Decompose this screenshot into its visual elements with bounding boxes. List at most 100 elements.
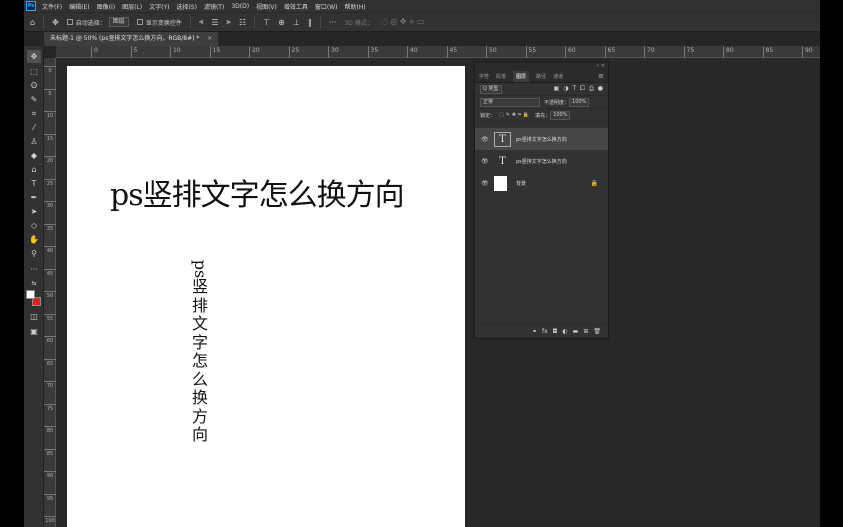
document-tab-bar: 未标题-1 @ 50% (ps竖排文字怎么换方向，RGB/8#) * ×: [44, 32, 820, 46]
lock-icon[interactable]: 🔒: [591, 180, 598, 187]
tab-layers[interactable]: 图层: [513, 70, 530, 82]
menu-layer[interactable]: 图层(L): [122, 2, 142, 11]
show-transform-option[interactable]: 显示变换控件: [136, 18, 182, 27]
filter-type-icon[interactable]: T: [572, 85, 576, 93]
tab-character[interactable]: 字符: [479, 73, 489, 80]
new-group-icon[interactable]: ▬: [573, 328, 579, 335]
move-tool-icon[interactable]: ✥: [27, 50, 41, 63]
filter-smart-icon[interactable]: ⎙: [589, 85, 594, 93]
filter-pixel-icon[interactable]: ▣: [554, 85, 560, 93]
type-tool-icon[interactable]: T: [27, 177, 41, 190]
align-center-icon[interactable]: ☰: [211, 18, 218, 27]
lock-options-icon[interactable]: ⬚✎✥⌗🔒: [499, 112, 531, 118]
zoom-tool-icon[interactable]: ⚲: [27, 247, 41, 260]
eye-icon[interactable]: 👁: [481, 158, 489, 165]
eraser-tool-icon[interactable]: ◆: [27, 149, 41, 162]
horizontal-text-layer[interactable]: ps竖排文字怎么换方向: [110, 170, 405, 214]
divider: [189, 16, 191, 28]
ruler-tick-label: 30: [44, 201, 56, 209]
layer-filter-dropdown[interactable]: Q 类型: [480, 84, 502, 94]
menu-edit[interactable]: 编辑(E): [69, 2, 89, 11]
panel-menu-icon[interactable]: ≡: [598, 72, 604, 80]
layer-name[interactable]: 背景: [516, 180, 526, 187]
tab-channels[interactable]: 通道: [553, 73, 563, 80]
fill-input[interactable]: 100%: [550, 110, 571, 120]
tab-paragraph[interactable]: 段落: [496, 73, 506, 80]
align-top-icon[interactable]: ⊤: [263, 18, 270, 27]
eye-icon[interactable]: 👁: [481, 136, 489, 143]
paint-bucket-tool-icon[interactable]: ⌂: [27, 163, 41, 176]
menu-filter[interactable]: 滤镜(T): [204, 2, 224, 11]
layer-mask-icon[interactable]: ◘: [553, 328, 558, 335]
filter-adjustment-icon[interactable]: ◑: [563, 85, 568, 93]
menu-help[interactable]: 帮助(H): [345, 2, 366, 11]
shape-tool-icon[interactable]: ◇: [27, 219, 41, 232]
vertical-text-layer[interactable]: ps 竖排文字怎么换方向: [189, 260, 211, 445]
crop-tool-icon[interactable]: ⌗: [27, 107, 41, 120]
align-bottom-icon[interactable]: ⊥: [293, 18, 300, 27]
auto-select-checkbox[interactable]: [66, 19, 73, 25]
foreground-color-swatch[interactable]: [26, 290, 35, 299]
close-icon[interactable]: ×: [207, 35, 212, 42]
menu-file[interactable]: 文件(F): [42, 2, 62, 11]
close-panel-icon[interactable]: ×: [601, 63, 605, 69]
align-left-icon[interactable]: ⫷: [199, 17, 204, 27]
show-transform-checkbox[interactable]: [136, 19, 143, 25]
menu-select[interactable]: 选择(S): [176, 2, 197, 11]
menu-type[interactable]: 文字(Y): [149, 2, 169, 11]
more-tools-icon[interactable]: ···: [27, 263, 41, 276]
document-canvas[interactable]: ps竖排文字怎么换方向 ps 竖排文字怎么换方向: [67, 66, 465, 527]
distribute-vertical-icon[interactable]: ‖: [308, 18, 312, 27]
stamp-tool-icon[interactable]: ♙: [27, 135, 41, 148]
move-tool-preset-icon[interactable]: ✥: [52, 18, 59, 27]
layer-row-vertical-text[interactable]: 👁 T ps竖排文字怎么换方向: [475, 128, 608, 150]
filter-toggle-icon[interactable]: ●: [598, 85, 603, 93]
ruler-tick-label: 90: [44, 471, 56, 479]
ruler-tick-label: 80: [723, 46, 734, 58]
more-options-icon[interactable]: ···: [329, 18, 337, 27]
menu-3d[interactable]: 3D(D): [231, 3, 249, 10]
document-tab[interactable]: 未标题-1 @ 50% (ps竖排文字怎么换方向，RGB/8#) * ×: [44, 32, 219, 46]
lasso-tool-icon[interactable]: ʘ: [27, 79, 41, 92]
layer-row-horizontal-text[interactable]: 👁 T ps竖排文字怎么换方向: [475, 150, 608, 172]
layer-row-background[interactable]: 👁 背景 🔒: [475, 172, 608, 194]
home-icon[interactable]: ⌂: [30, 18, 35, 27]
ruler-tick-label: 85: [44, 448, 56, 457]
layer-name[interactable]: ps竖排文字怎么换方向: [516, 158, 567, 165]
3d-orbit-icon[interactable]: ◌ ◎ ✥ ⟡ ▭: [381, 17, 425, 27]
eye-icon[interactable]: 👁: [481, 180, 489, 187]
menu-window[interactable]: 窗口(W): [315, 2, 338, 11]
quick-select-tool-icon[interactable]: ✎: [27, 93, 41, 106]
auto-select-label: 自动选择：: [75, 19, 106, 27]
align-middle-icon[interactable]: ⊕: [278, 18, 285, 27]
vertical-text-cjk: 竖排文字怎么换方向: [191, 277, 208, 444]
hand-tool-icon[interactable]: ✋: [27, 233, 41, 246]
path-select-tool-icon[interactable]: ➤: [27, 205, 41, 218]
align-right-icon[interactable]: ⫸: [227, 17, 232, 27]
pen-tool-icon[interactable]: ✒: [27, 191, 41, 204]
opacity-input[interactable]: 100%: [569, 97, 590, 107]
layer-name[interactable]: ps竖排文字怎么换方向: [516, 136, 567, 143]
distribute-icon[interactable]: ☷: [239, 18, 246, 27]
ruler-tick-label: 20: [44, 156, 56, 164]
quick-mask-icon[interactable]: ◫: [27, 310, 41, 323]
menu-view[interactable]: 视图(V): [256, 2, 277, 11]
layer-style-icon[interactable]: fx: [542, 328, 548, 335]
collapse-panels-icon[interactable]: «: [596, 63, 599, 69]
menu-image[interactable]: 图像(I): [97, 2, 115, 11]
eyedropper-tool-icon[interactable]: ⁄: [27, 121, 41, 134]
menu-plugins[interactable]: 增效工具: [284, 2, 308, 11]
canvas-workspace[interactable]: ps竖排文字怎么换方向 ps 竖排文字怎么换方向: [56, 58, 820, 527]
blend-mode-dropdown[interactable]: 正常: [480, 97, 540, 107]
link-layers-icon[interactable]: ⚭: [532, 328, 537, 335]
adjustment-layer-icon[interactable]: ◐: [562, 328, 567, 335]
screen-mode-icon[interactable]: ▣: [27, 325, 41, 338]
auto-select-option[interactable]: 自动选择： 图层: [66, 17, 129, 27]
auto-select-dropdown[interactable]: 图层: [108, 17, 129, 27]
new-layer-icon[interactable]: ⊞: [583, 328, 588, 335]
marquee-tool-icon[interactable]: ⬚: [27, 65, 41, 78]
swap-colors-icon[interactable]: ⇆: [27, 277, 41, 290]
filter-shape-icon[interactable]: ⧠: [580, 85, 585, 93]
delete-layer-icon[interactable]: 🗑: [593, 328, 601, 335]
tab-paths[interactable]: 路径: [536, 73, 546, 80]
